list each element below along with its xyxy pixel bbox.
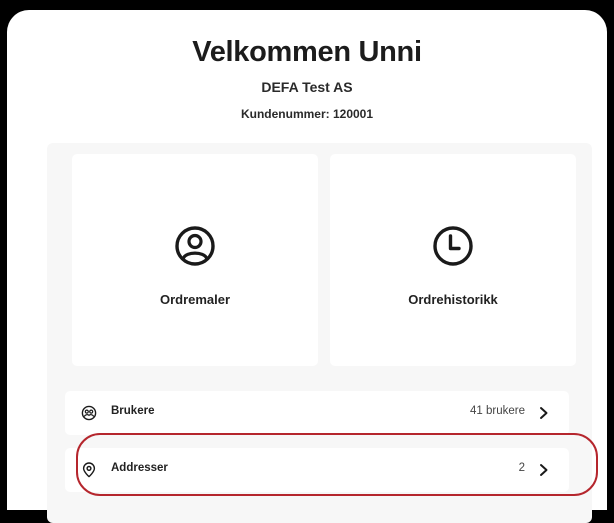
company-name: DEFA Test AS [261, 79, 353, 95]
users-row[interactable]: Brukere 41 brukere [65, 391, 569, 435]
addresses-label: Addresser [111, 462, 168, 474]
order-history-label: Ordrehistorikk [408, 292, 498, 307]
order-templates-tile[interactable]: Ordremaler [72, 154, 318, 366]
addresses-row[interactable]: Addresser 2 [65, 448, 569, 492]
users-count: 41 brukere [470, 405, 525, 417]
order-history-tile[interactable]: Ordrehistorikk [330, 154, 576, 366]
addresses-count: 2 [518, 462, 525, 474]
chevron-right-icon [540, 464, 548, 476]
clock-icon [433, 226, 473, 266]
customer-number: Kundenummer: 120001 [240, 107, 374, 121]
location-pin-icon [82, 462, 96, 478]
users-circle-icon [81, 405, 97, 421]
user-circle-icon [175, 226, 215, 266]
users-label: Brukere [111, 405, 155, 417]
order-templates-label: Ordremaler [159, 292, 231, 307]
page-title: Velkommen Unni [192, 36, 422, 68]
chevron-right-icon [540, 407, 548, 419]
